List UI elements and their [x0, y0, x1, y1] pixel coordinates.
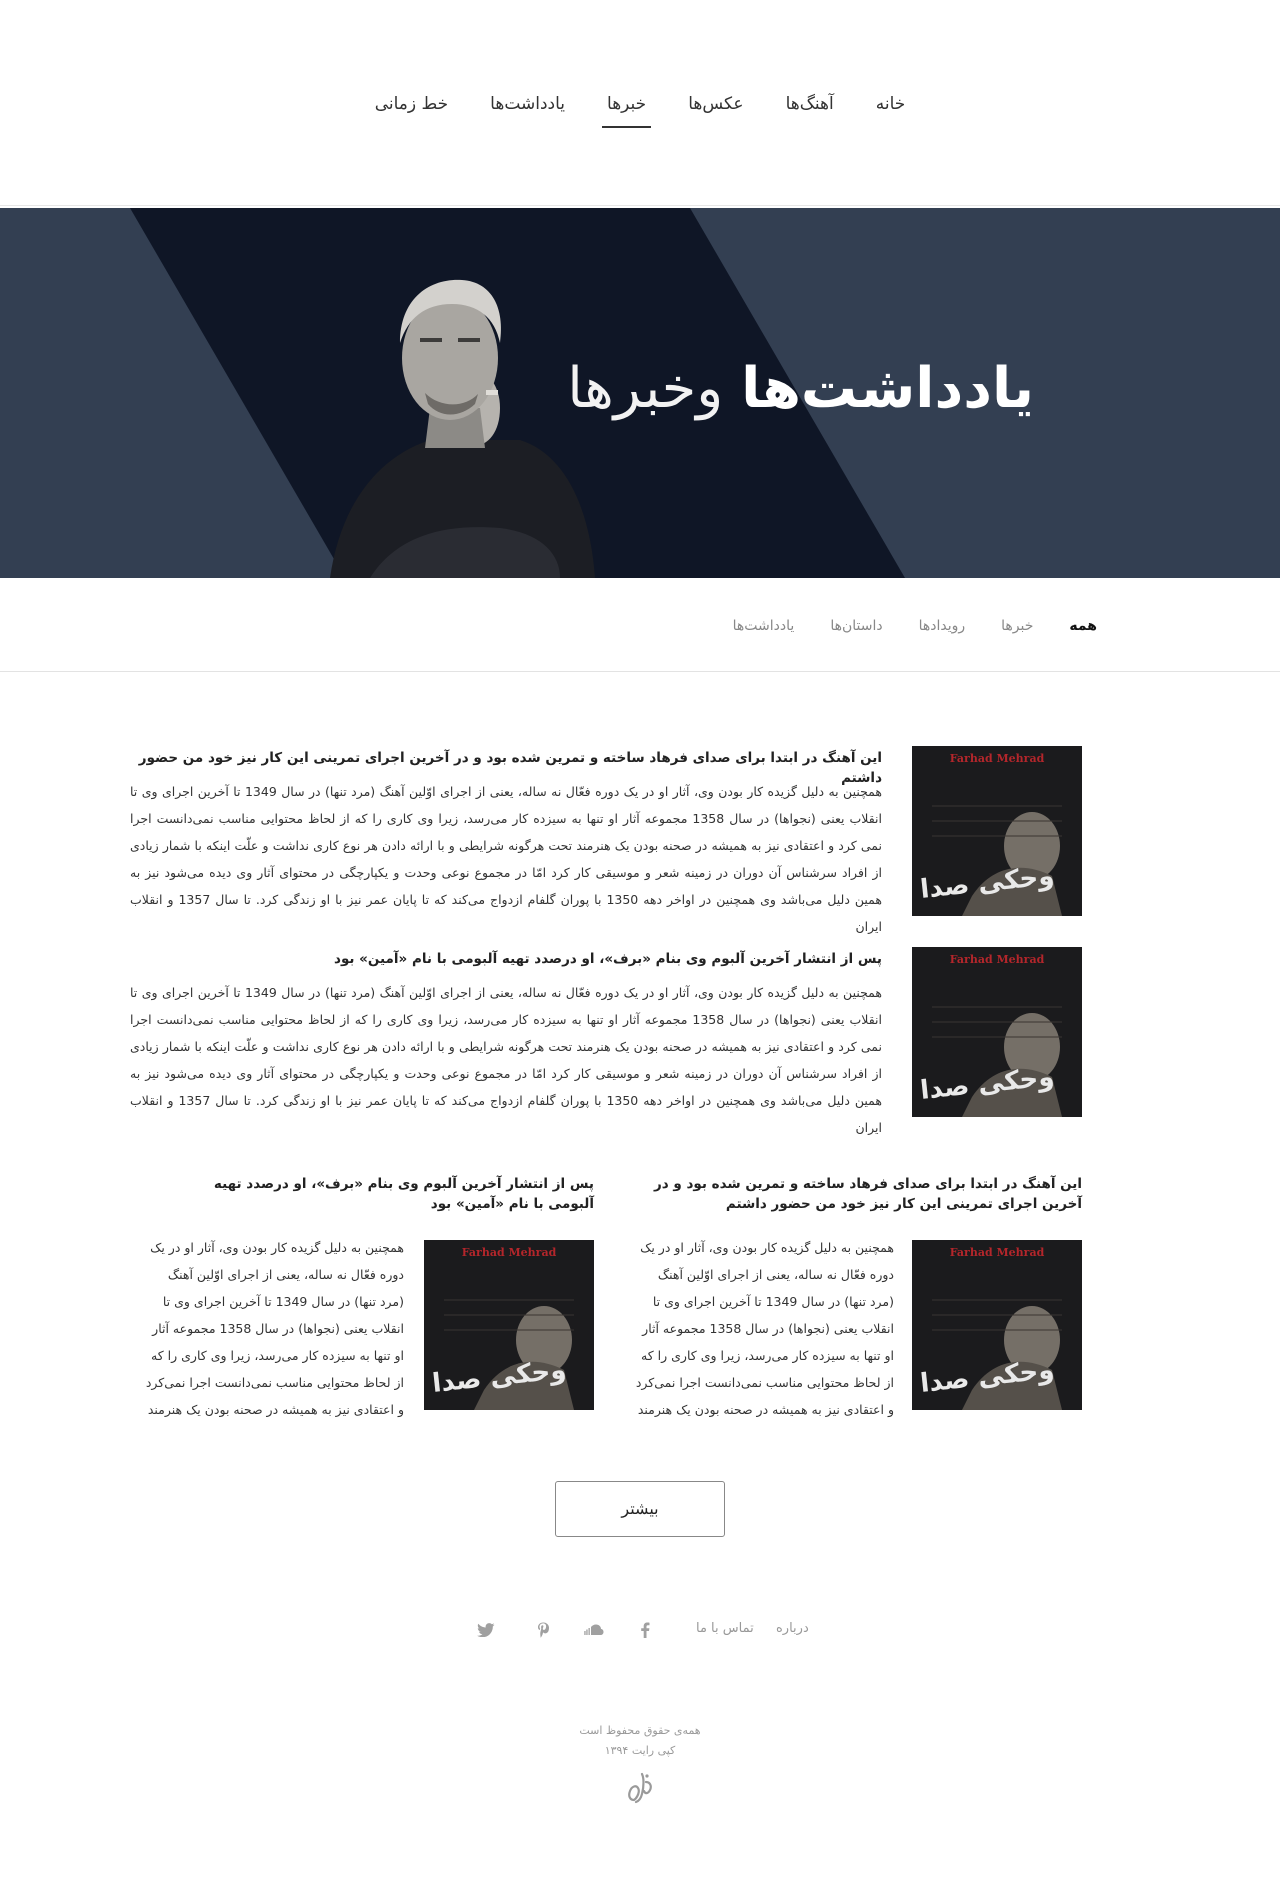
filter-tab-news[interactable]: خبرها: [983, 618, 1051, 634]
album-cover[interactable]: Farhad Mehrad وحکی صدا: [912, 746, 1082, 916]
nav-item-timeline[interactable]: خط زمانی: [354, 94, 469, 124]
article-title[interactable]: پس از انتشار آخرین آلبوم وی بنام «برف»، …: [130, 949, 882, 969]
article-card[interactable]: Farhad Mehrad وحکی صدا پس از انتشار آخری…: [130, 947, 1082, 1135]
filter-tab-events[interactable]: رویدادها: [901, 618, 984, 634]
filter-tab-notes[interactable]: یادداشت‌ها: [715, 618, 813, 634]
more-button[interactable]: بیشتر: [555, 1481, 725, 1537]
facebook-icon[interactable]: [635, 1620, 655, 1640]
article-card[interactable]: پس از انتشار آخرین آلبوم وی بنام «برف»، …: [140, 1174, 594, 1417]
copyright-text: کپی رایت ۱۳۹۴: [604, 1744, 676, 1757]
article-title[interactable]: این آهنگ در ابتدا برای صدای فرهاد ساخته …: [630, 1174, 1082, 1214]
contact-link[interactable]: تماس با ما: [696, 1621, 754, 1636]
about-link[interactable]: درباره: [776, 1621, 809, 1636]
soundcloud-icon[interactable]: [584, 1620, 604, 1640]
album-cover[interactable]: Farhad Mehrad وحکی صدا: [912, 947, 1082, 1117]
filter-tab-stories[interactable]: داستان‌ها: [812, 618, 900, 634]
top-navigation: خانه آهنگ‌ها عکس‌ها خبرها یادداشت‌ها خط …: [0, 0, 1280, 206]
nav-item-photos[interactable]: عکس‌ها: [667, 94, 764, 124]
hero-title-bold: یادداشت‌ها: [741, 356, 1034, 421]
nav-item-home[interactable]: خانه: [855, 94, 927, 124]
rights-text: همه‌ی حقوق محفوظ است: [579, 1724, 701, 1737]
article-body: همچنین به دلیل گزیده کار بودن وی، آثار ا…: [130, 784, 883, 934]
twitter-icon[interactable]: [476, 1620, 496, 1640]
article-card[interactable]: این آهنگ در ابتدا برای صدای فرهاد ساخته …: [630, 1174, 1082, 1417]
nav-item-news[interactable]: خبرها: [586, 94, 667, 128]
article-body: همچنین به دلیل گزیده کار بودن وی، آثار ا…: [130, 985, 883, 1135]
nav-menu: خانه آهنگ‌ها عکس‌ها خبرها یادداشت‌ها خط …: [0, 94, 1280, 128]
nav-item-notes[interactable]: یادداشت‌ها: [469, 94, 586, 124]
album-cover[interactable]: Farhad Mehrad وحکی صدا: [424, 1240, 594, 1410]
hero-title: یادداشت‌ها وخبرها: [567, 356, 1034, 421]
filter-tab-all[interactable]: همه: [1051, 618, 1115, 634]
article-body: همچنین به دلیل گزیده کار بودن وی، آثار ا…: [145, 1240, 404, 1417]
article-body: همچنین به دلیل گزیده کار بودن وی، آثار ا…: [635, 1240, 894, 1417]
hero-title-light: وخبرها: [567, 356, 742, 421]
pinterest-icon[interactable]: [533, 1620, 553, 1640]
filter-bar: همه خبرها رویدادها داستان‌ها یادداشت‌ها: [0, 580, 1280, 672]
nav-item-songs[interactable]: آهنگ‌ها: [765, 94, 855, 124]
filter-tabs: همه خبرها رویدادها داستان‌ها یادداشت‌ها: [715, 618, 1115, 634]
logo-icon[interactable]: [620, 1770, 660, 1804]
hero-banner: یادداشت‌ها وخبرها: [0, 208, 1280, 578]
album-cover[interactable]: Farhad Mehrad وحکی صدا: [912, 1240, 1082, 1410]
article-title[interactable]: پس از انتشار آخرین آلبوم وی بنام «برف»، …: [174, 1174, 594, 1214]
article-card[interactable]: Farhad Mehrad وحکی صدا این آهنگ در ابتدا…: [130, 746, 1082, 934]
